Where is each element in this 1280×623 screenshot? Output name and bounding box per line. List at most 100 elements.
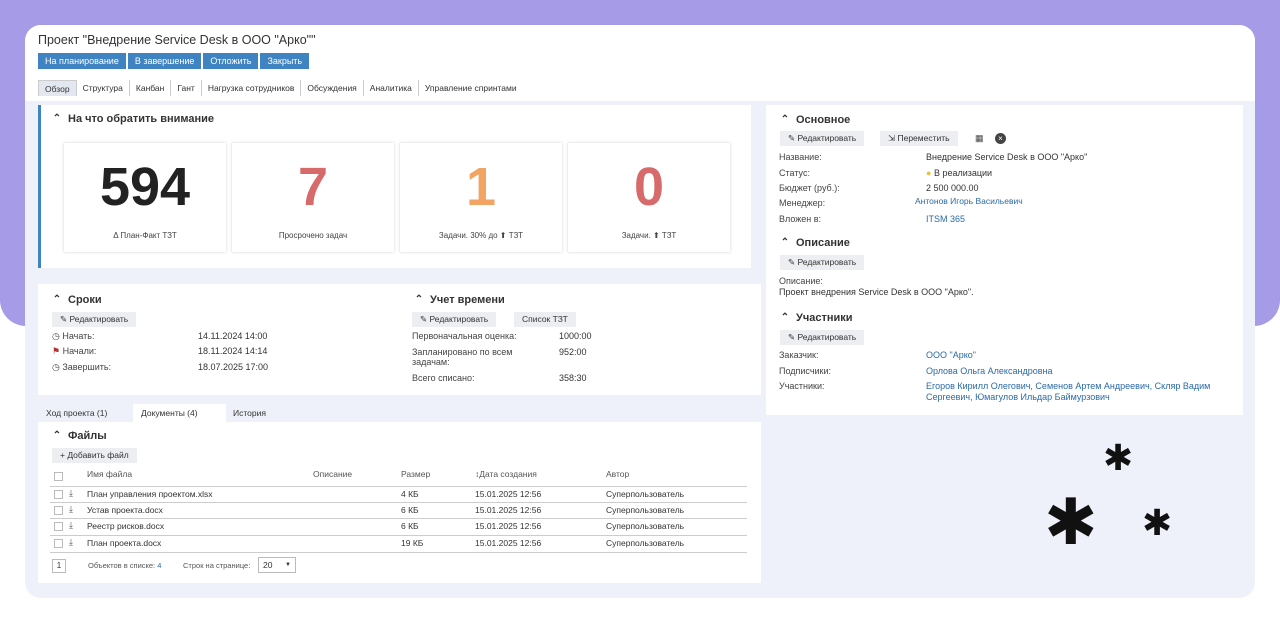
tab-workload[interactable]: Нагрузка сотрудников bbox=[202, 80, 302, 96]
edit-label: Редактировать bbox=[797, 332, 857, 342]
tab-discussions[interactable]: Обсуждения bbox=[301, 80, 364, 96]
caret-down-icon: ▼ bbox=[285, 562, 291, 568]
file-author: Суперпользователь bbox=[606, 505, 685, 515]
tab-overview[interactable]: Обзор bbox=[38, 80, 77, 96]
description-title: Описание bbox=[796, 237, 850, 249]
participants-edit-button[interactable]: ✎ Редактировать bbox=[780, 330, 865, 345]
tile-value: 0 bbox=[633, 157, 665, 217]
main-edit-button[interactable]: ✎ Редактировать bbox=[780, 131, 865, 146]
col-created-label: Дата создания bbox=[479, 469, 537, 479]
time-header[interactable]: ⌃ Учет времени bbox=[414, 294, 505, 306]
chevron-up-icon: ⌃ bbox=[780, 312, 790, 323]
chevron-up-icon: ⌃ bbox=[52, 430, 62, 441]
description-edit-button[interactable]: ✎ Редактировать bbox=[780, 255, 865, 270]
terms-panel bbox=[38, 284, 761, 395]
main-title: Основное bbox=[796, 114, 851, 126]
move-button[interactable]: ⇲ Переместить bbox=[880, 131, 958, 146]
archive-icon[interactable]: ▦ bbox=[975, 133, 984, 144]
sparkle-icon: ✱ bbox=[1103, 437, 1134, 478]
download-icon[interactable]: ⤓ bbox=[69, 520, 73, 531]
tile-label: Задачи. 30% до ⬆ ТЗТ bbox=[438, 231, 524, 240]
col-size[interactable]: Размер bbox=[401, 469, 430, 479]
row-checkbox[interactable] bbox=[54, 490, 63, 499]
terms-header[interactable]: ⌃ Сроки bbox=[52, 294, 102, 306]
terms-label: Начать: bbox=[62, 331, 95, 341]
tile-plan-fact[interactable]: 594 Δ План-Факт ТЗТ bbox=[64, 143, 226, 252]
download-icon[interactable]: ⤓ bbox=[69, 537, 73, 548]
add-file-button[interactable]: + Добавить файл bbox=[52, 448, 137, 463]
tab-kanban[interactable]: Канбан bbox=[130, 80, 172, 96]
file-date: 15.01.2025 12:56 bbox=[475, 489, 542, 499]
chevron-up-icon: ⌃ bbox=[780, 114, 790, 125]
download-icon[interactable]: ⤓ bbox=[69, 488, 73, 499]
row-checkbox[interactable] bbox=[54, 539, 63, 548]
file-author: Суперпользователь bbox=[606, 521, 685, 531]
rows-per-page-label: Строк на странице: bbox=[183, 561, 251, 570]
col-description[interactable]: Описание bbox=[313, 469, 352, 479]
file-link[interactable]: План управления проектом.xlsx bbox=[87, 489, 213, 499]
flag-icon: ⚑ bbox=[52, 346, 63, 356]
tab-progress[interactable]: Ход проекта (1) bbox=[38, 404, 115, 422]
file-link[interactable]: Реестр рисков.docx bbox=[87, 521, 164, 531]
customer-label: Заказчик: bbox=[779, 350, 819, 360]
delete-icon[interactable]: × bbox=[995, 133, 1006, 144]
subscriber-link[interactable]: Орлова Ольга Александровна bbox=[926, 366, 1052, 376]
terms-title: Сроки bbox=[68, 294, 102, 306]
postpone-button[interactable]: Отложить bbox=[203, 53, 259, 69]
attention-title: На что обратить внимание bbox=[68, 113, 215, 125]
download-icon[interactable]: ⤓ bbox=[69, 504, 73, 515]
tzt-list-button[interactable]: Список ТЗТ bbox=[514, 312, 576, 327]
started-label: ⚑ Начали: bbox=[52, 346, 96, 357]
select-all-checkbox[interactable] bbox=[54, 472, 63, 481]
tab-history[interactable]: История bbox=[225, 404, 274, 422]
file-link[interactable]: Устав проекта.docx bbox=[87, 505, 163, 515]
participants-title: Участники bbox=[796, 312, 853, 324]
participants-header[interactable]: ⌃ Участники bbox=[780, 312, 853, 324]
tile-value: 7 bbox=[297, 157, 329, 217]
parent-link[interactable]: ITSM 365 bbox=[926, 214, 965, 224]
tab-analytics[interactable]: Аналитика bbox=[364, 80, 419, 96]
col-filename[interactable]: Имя файла bbox=[87, 469, 132, 479]
members-link[interactable]: Сергеевич, Юмагулов Ильдар Баймурзович bbox=[926, 392, 1110, 402]
field-label: Статус: bbox=[779, 168, 810, 178]
close-button[interactable]: Закрыть bbox=[260, 53, 310, 69]
add-file-label: Добавить файл bbox=[67, 450, 129, 460]
tile-label: Δ План-Факт ТЗТ bbox=[113, 231, 177, 240]
terms-edit-button[interactable]: ✎ Редактировать bbox=[52, 312, 137, 327]
to-planning-button[interactable]: На планирование bbox=[38, 53, 126, 69]
tab-structure[interactable]: Структура bbox=[77, 80, 130, 96]
status-text: В реализации bbox=[933, 168, 993, 178]
clock-icon: ◷ bbox=[52, 362, 63, 372]
file-size: 6 КБ bbox=[401, 521, 419, 531]
description-header[interactable]: ⌃ Описание bbox=[780, 237, 850, 249]
to-completion-button[interactable]: В завершение bbox=[127, 53, 202, 69]
tile-30-percent[interactable]: 1 Задачи. 30% до ⬆ ТЗТ bbox=[400, 143, 562, 252]
chevron-up-icon: ⌃ bbox=[414, 294, 424, 305]
col-created[interactable]: ↕Дата создания bbox=[475, 469, 537, 479]
clock-icon: ◷ bbox=[52, 331, 63, 341]
main-header[interactable]: ⌃ Основное bbox=[780, 114, 850, 126]
file-link[interactable]: План проекта.docx bbox=[87, 538, 161, 548]
files-header[interactable]: ⌃ Файлы bbox=[52, 430, 107, 442]
attention-header[interactable]: ⌃ На что обратить внимание bbox=[52, 113, 214, 125]
tab-sprints[interactable]: Управление спринтами bbox=[419, 80, 523, 96]
col-author[interactable]: Автор bbox=[606, 469, 629, 479]
row-checkbox[interactable] bbox=[54, 506, 63, 515]
tile-over-tzt[interactable]: 0 Задачи. ⬆ ТЗТ bbox=[568, 143, 730, 252]
edit-label: Редактировать bbox=[797, 257, 857, 267]
members-link[interactable]: Егоров Кирилл Олегович, Семенов Артем Ан… bbox=[926, 381, 1210, 391]
tile-value: 1 bbox=[465, 157, 497, 217]
rows-per-page-select[interactable]: 20 ▼ bbox=[258, 557, 296, 573]
row-divider bbox=[50, 486, 747, 487]
customer-link[interactable]: ООО "Арко" bbox=[926, 350, 976, 360]
tab-documents[interactable]: Документы (4) bbox=[133, 404, 226, 422]
page-title: Проект "Внедрение Service Desk в ООО "Ар… bbox=[38, 33, 316, 47]
row-checkbox[interactable] bbox=[54, 522, 63, 531]
manager-link[interactable]: Антонов Игорь Васильевич bbox=[915, 196, 1023, 206]
page-number-button[interactable]: 1 bbox=[52, 559, 66, 573]
tab-gantt[interactable]: Гант bbox=[171, 80, 202, 96]
tile-overdue[interactable]: 7 Просрочено задач bbox=[232, 143, 394, 252]
file-author: Суперпользователь bbox=[606, 538, 685, 548]
chevron-up-icon: ⌃ bbox=[52, 113, 62, 124]
time-edit-button[interactable]: ✎ Редактировать bbox=[412, 312, 497, 327]
